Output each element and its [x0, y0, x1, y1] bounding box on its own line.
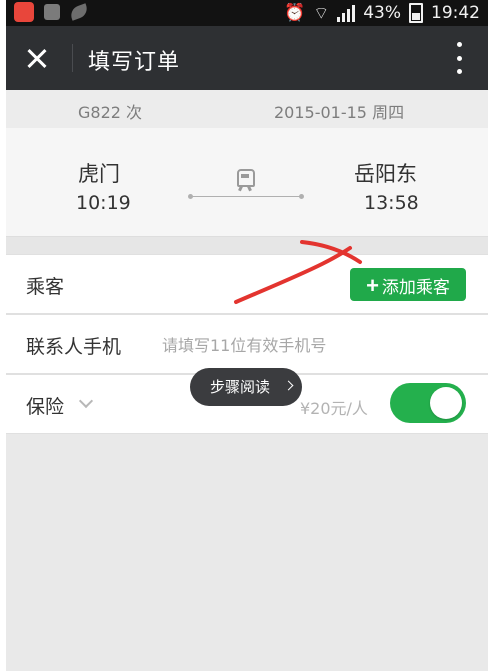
add-passenger-button[interactable]: + 添加乘客	[350, 268, 466, 301]
page-title: 填写订单	[88, 50, 181, 75]
travel-date: 2015-01-15 周四	[274, 103, 405, 122]
train-number: G822 次	[78, 103, 143, 122]
wifi-icon: ⌔	[313, 3, 330, 24]
insurance-toggle[interactable]	[390, 383, 466, 423]
insurance-label: 保险	[26, 396, 65, 418]
chevron-right-icon	[283, 380, 294, 391]
phone-screen: ⏰ ⌔ 43% 19:42 填写订单 G822 次 2015-01-15 周四 …	[6, 0, 488, 671]
chevron-down-icon[interactable]	[78, 393, 94, 409]
message-notification-icon	[44, 4, 60, 20]
alarm-icon: ⏰	[284, 3, 306, 23]
contact-label: 联系人手机	[26, 336, 122, 358]
departure-time: 10:19	[76, 192, 131, 214]
more-options-icon[interactable]	[454, 42, 464, 74]
insurance-price: ¥20元/人	[300, 399, 368, 418]
status-notification-icons	[14, 2, 90, 22]
status-system-icons: ⏰ ⌔ 43% 19:42	[284, 0, 480, 26]
app-notification-icon	[14, 2, 34, 22]
train-summary: G822 次 2015-01-15 周四	[6, 90, 488, 128]
battery-percent: 43%	[363, 3, 401, 23]
plus-icon: +	[366, 273, 379, 298]
toast-label: 步骤阅读	[210, 378, 271, 396]
battery-icon	[409, 3, 423, 23]
toggle-knob	[430, 387, 462, 419]
arrival-time: 13:58	[364, 192, 419, 214]
close-icon[interactable]	[20, 41, 54, 75]
status-bar: ⏰ ⌔ 43% 19:42	[6, 0, 488, 26]
signal-icon	[337, 4, 356, 22]
contact-row: 联系人手机	[6, 314, 488, 374]
route-line	[188, 194, 304, 199]
arrival-station: 岳阳东	[354, 162, 417, 186]
red-annotation-mark	[234, 240, 362, 304]
leaf-notification-icon	[68, 3, 90, 21]
status-time: 19:42	[431, 3, 480, 23]
passenger-label: 乘客	[26, 276, 65, 298]
add-passenger-label: 添加乘客	[381, 278, 450, 297]
contact-phone-input[interactable]	[160, 331, 464, 359]
step-reading-toast[interactable]: 步骤阅读	[190, 368, 302, 406]
departure-station: 虎门	[78, 162, 120, 186]
train-icon	[236, 168, 255, 192]
app-bar: 填写订单	[6, 26, 488, 90]
header-divider	[72, 44, 73, 72]
empty-area	[6, 434, 488, 671]
